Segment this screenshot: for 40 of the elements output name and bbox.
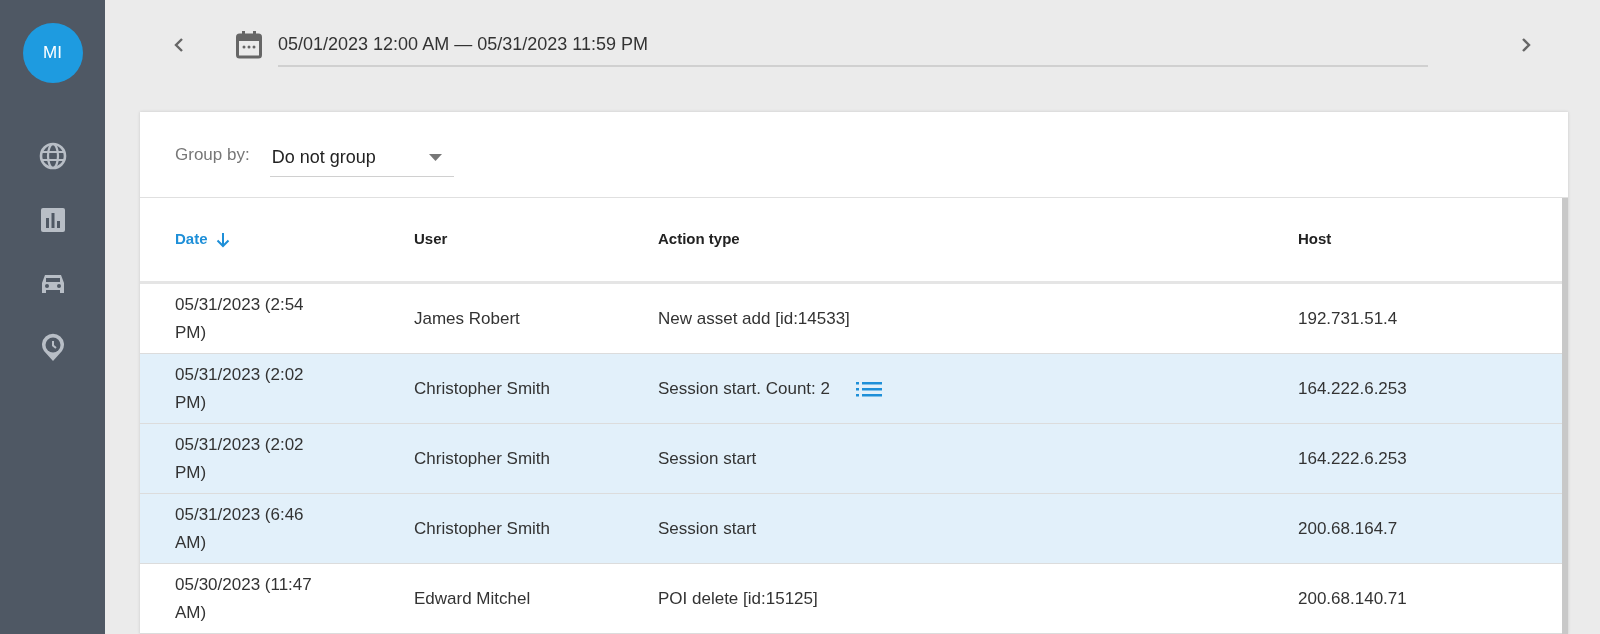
date-range-field[interactable]: 05/01/2023 12:00 AM — 05/31/2023 11:59 PM — [278, 23, 1428, 67]
table-row[interactable]: 05/31/2023 (2:02 PM) Christopher Smith Session start 164.222.6.253 — [140, 424, 1562, 494]
table-cell-text: Christopher Smith — [414, 517, 551, 540]
table-cell-text: 05/30/2023 (11:47 AM) — [175, 573, 313, 624]
table-cell-text: Session start. Count: 2 — [658, 377, 830, 400]
table-cell-text: 05/31/2023 (2:02 PM) — [175, 363, 305, 414]
group-by-dropdown[interactable]: Do not group — [269, 138, 454, 177]
table-cell-text: 192.731.51.4 — [1298, 307, 1398, 330]
table-cell-text: New asset add [id:14533] — [658, 307, 850, 330]
table-cell-text: 200.68.140.71 — [1298, 587, 1407, 610]
table-row[interactable]: 05/31/2023 (6:46 AM) Christopher Smith Session start 200.68.164.7 — [140, 494, 1562, 564]
dropdown-arrow-icon — [428, 153, 442, 161]
table-cell-text: POI delete [id:15125] — [658, 587, 818, 610]
globe-icon[interactable] — [37, 141, 68, 171]
table-cell-text: 05/31/2023 (2:02 PM) — [175, 433, 305, 484]
table-cell-text: 164.222.6.253 — [1298, 377, 1407, 400]
column-header[interactable]: Action type — [658, 228, 740, 251]
calendar-icon — [236, 31, 262, 59]
list-icon[interactable] — [856, 380, 882, 397]
table-row[interactable]: 05/31/2023 (2:02 PM) Christopher Smith Session start. Count: 2 164.222.6.253 — [140, 354, 1562, 424]
chevron-right-icon — [1521, 37, 1531, 53]
table-cell-text: 05/31/2023 (6:46 AM) — [175, 503, 305, 554]
sort-down-arrow-icon — [215, 231, 230, 248]
column-header[interactable]: User — [414, 228, 448, 251]
table-cell-text: Christopher Smith — [414, 447, 551, 470]
table-row[interactable]: 05/30/2023 (11:47 AM) Edward Mitchel POI delete [id:15125] 200.68.140.71 — [140, 564, 1562, 634]
table-cell-text: James Robert — [414, 307, 520, 330]
table-cell-text: 200.68.164.7 — [1298, 517, 1398, 540]
table-cell-text: Session start — [658, 517, 757, 540]
chevron-left-icon — [174, 37, 184, 53]
table-cell-text: Edward Mitchel — [414, 587, 531, 610]
table-row[interactable]: 05/31/2023 (2:54 PM) James Robert New asset add [id:14533] 192.731.51.4 — [140, 284, 1562, 354]
column-header[interactable]: Date — [175, 228, 230, 251]
column-header[interactable]: Host — [1298, 228, 1332, 251]
table-cell-text: 05/31/2023 (2:54 PM) — [175, 293, 305, 344]
group-by-label: Group by: — [175, 143, 250, 166]
table-cell-text: Christopher Smith — [414, 377, 551, 400]
table-cell-text: 164.222.6.253 — [1298, 447, 1407, 470]
scrollbar[interactable] — [1562, 198, 1568, 634]
table-cell-text: Session start — [658, 447, 757, 470]
